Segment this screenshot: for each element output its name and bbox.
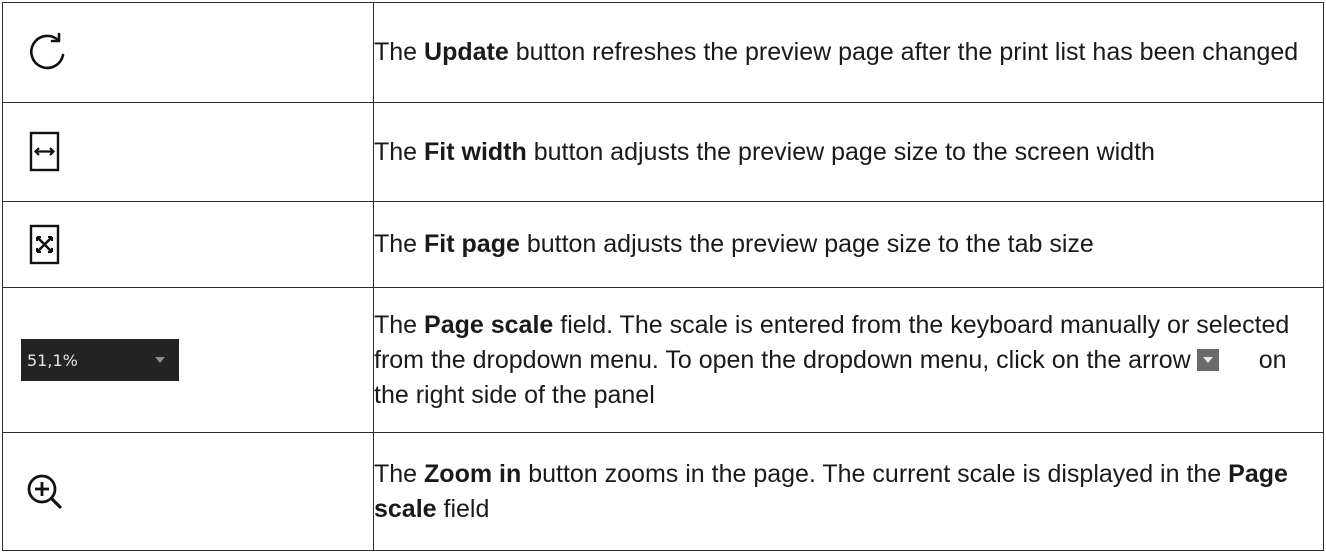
fit-page-icon bbox=[29, 224, 60, 264]
description-text: The bbox=[374, 230, 425, 258]
description-text: The bbox=[374, 459, 425, 488]
button-name: Zoom in bbox=[424, 459, 522, 488]
dropdown-arrow-icon bbox=[155, 357, 165, 363]
table-row: The Fit width button adjusts the preview… bbox=[2, 102, 1324, 202]
description-text: The bbox=[374, 310, 425, 339]
icon-cell: 51,1% bbox=[2, 287, 374, 433]
description-cell: The Fit width button adjusts the preview… bbox=[373, 102, 1324, 202]
button-name: Update bbox=[424, 38, 509, 66]
table-row: The Zoom in button zooms in the page. Th… bbox=[2, 432, 1324, 551]
description-cell: The Fit page button adjusts the preview … bbox=[373, 201, 1324, 288]
description-cell: The Page scale field. The scale is enter… bbox=[373, 287, 1324, 433]
description-text: button adjusts the preview page size to … bbox=[526, 137, 1155, 166]
description-text: field bbox=[436, 494, 490, 523]
table-row: 51,1% The Page scale field. The scale is… bbox=[2, 287, 1324, 433]
fit-width-icon bbox=[29, 131, 60, 172]
refresh-icon bbox=[30, 32, 65, 69]
description-text: The bbox=[374, 137, 425, 166]
description-text: button refreshes the preview page after … bbox=[508, 38, 1299, 66]
description-cell: The Zoom in button zooms in the page. Th… bbox=[373, 432, 1324, 551]
button-name: Fit width bbox=[424, 137, 527, 166]
icon-cell bbox=[2, 201, 374, 288]
field-name: Page scale bbox=[424, 310, 554, 339]
description-text: button adjusts the preview page size to … bbox=[519, 230, 1094, 258]
description-text: The bbox=[374, 38, 425, 66]
page-scale-value: 51,1% bbox=[27, 350, 78, 370]
toolbar-reference-table: The Update button refreshes the preview … bbox=[2, 2, 1324, 551]
zoom-in-icon bbox=[27, 474, 62, 509]
dropdown-arrow-icon bbox=[1196, 348, 1219, 371]
button-name: Fit page bbox=[424, 230, 520, 258]
table-row: The Fit page button adjusts the preview … bbox=[2, 201, 1324, 288]
table-row: The Update button refreshes the preview … bbox=[2, 2, 1324, 103]
description-text: button zooms in the page. The current sc… bbox=[521, 459, 1229, 488]
description-cell: The Update button refreshes the preview … bbox=[373, 2, 1324, 103]
page-scale-field: 51,1% bbox=[21, 339, 179, 381]
icon-cell bbox=[2, 432, 374, 551]
icon-cell bbox=[2, 102, 374, 202]
icon-cell bbox=[2, 2, 374, 103]
